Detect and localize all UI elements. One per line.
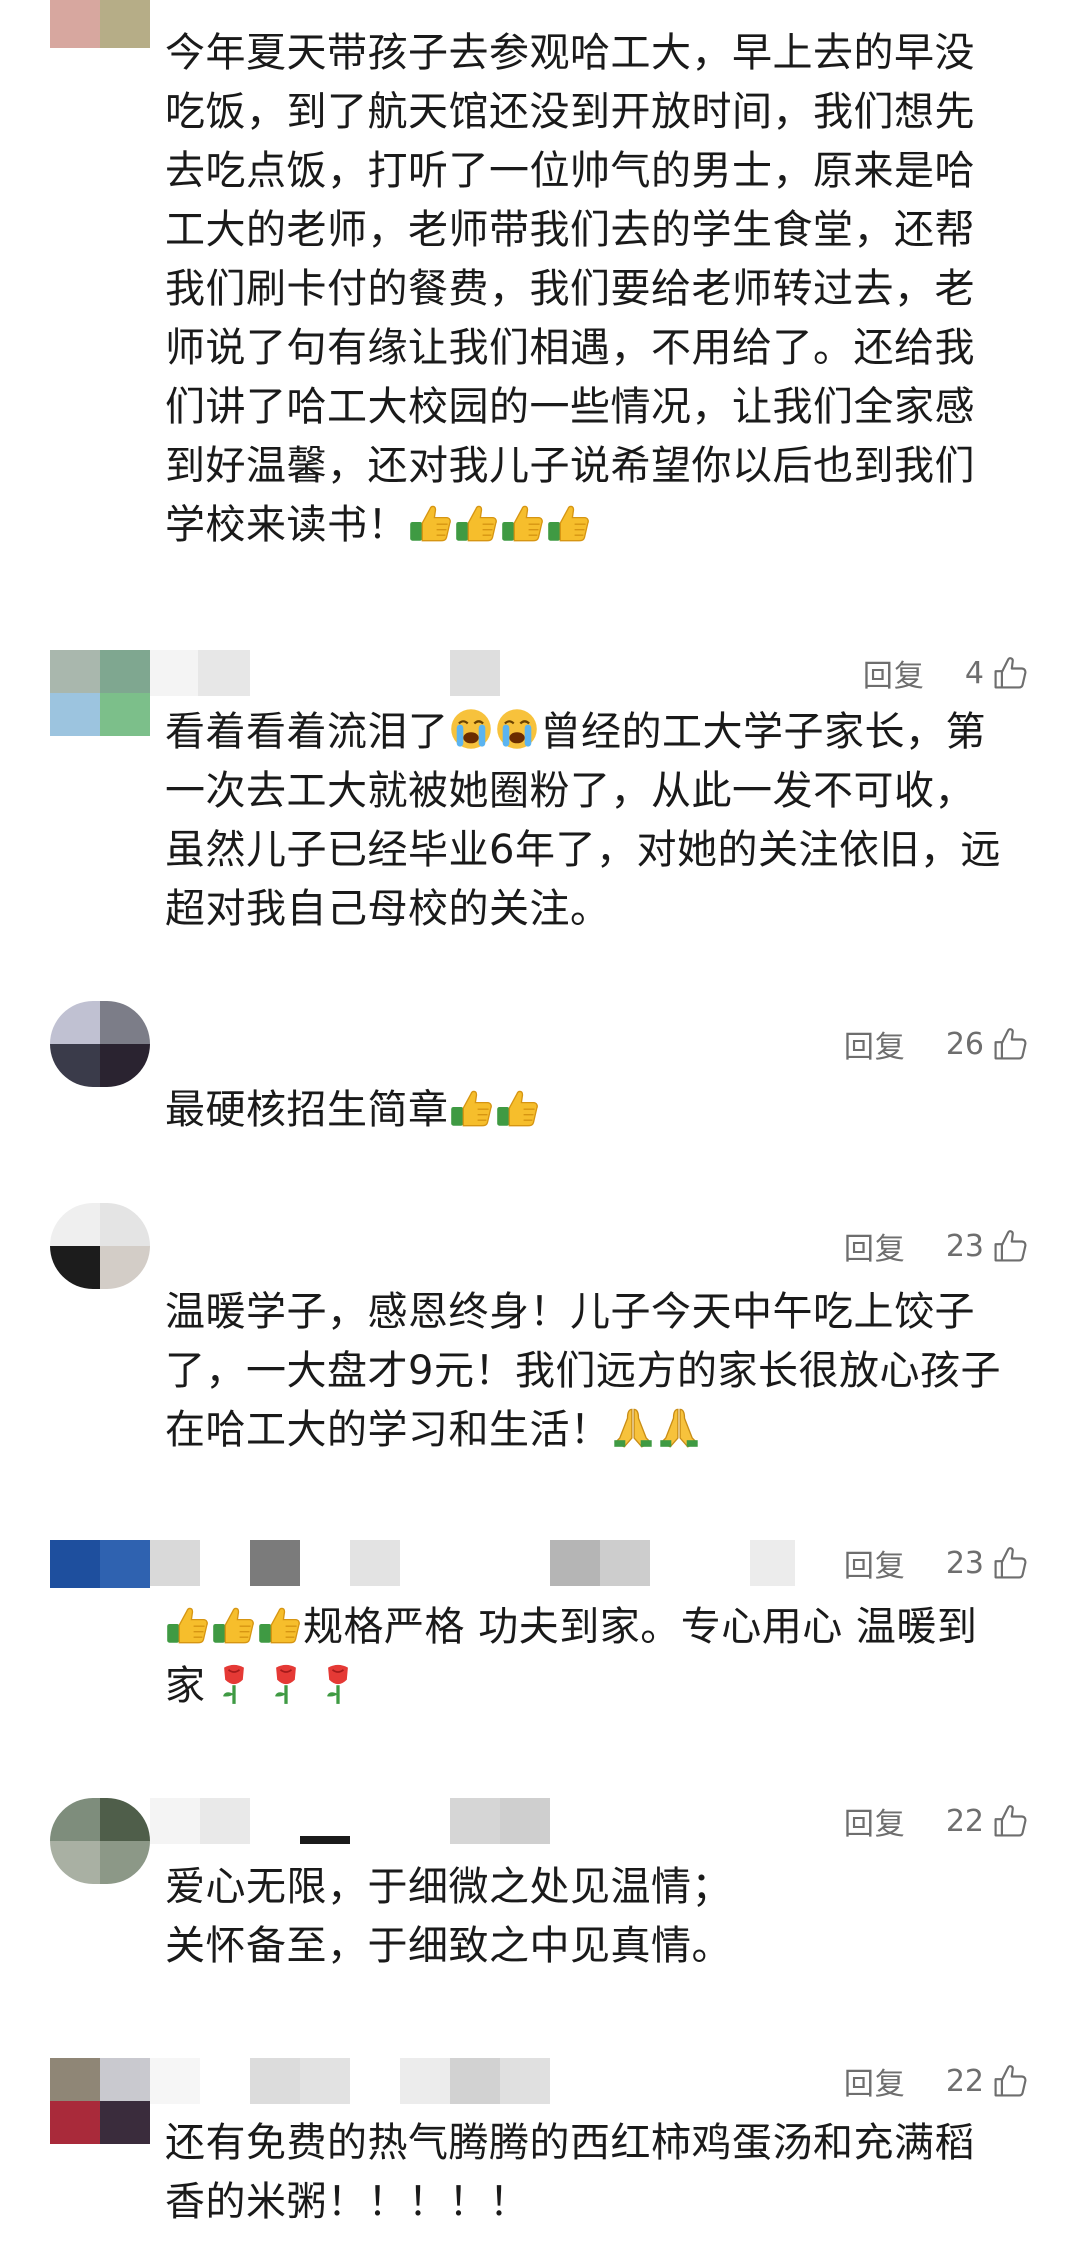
comment-line: 超对我自己母校的关注。 (165, 886, 611, 932)
comment-line-with-emoji: 在哈工大的学习和生活！ (165, 1401, 1035, 1460)
comment-line: 到好温馨，还对我儿子说希望你以后也到我们 (165, 443, 975, 489)
comment-line: 一次去工大就被她圈粉了，从此一发不可收， (165, 768, 975, 814)
avatar[interactable] (50, 1001, 150, 1087)
folded-hands-emoji-icon (657, 1405, 701, 1449)
comment-line: 师说了句有缘让我们相遇，不用给了。还给我 (165, 325, 975, 371)
thumbs-up-outline-icon[interactable] (992, 1228, 1028, 1264)
reply-button[interactable]: 回复 (844, 2059, 906, 2103)
reply-button[interactable]: 回复 (844, 1799, 906, 1843)
comment-text: 温暖学子，感恩终身！儿子今天中午吃上饺子 了，一大盘才9元！我们远方的家长很放心… (165, 1283, 1035, 1460)
thumbs-up-outline-icon[interactable] (992, 1803, 1028, 1839)
like-count: 26 (945, 1026, 984, 1062)
username-redacted[interactable] (150, 1798, 570, 1844)
comment-line-with-emoji: 看着看着流泪了 曾经的工大学子家长，第 (165, 703, 1035, 762)
like-count: 22 (945, 1803, 984, 1839)
avatar[interactable] (50, 2058, 150, 2144)
username-redacted[interactable] (150, 1540, 795, 1586)
thumbs-up-emoji-icon (454, 500, 498, 544)
comment-meta: 回复 22 (844, 1798, 1028, 1844)
like-count: 22 (945, 2063, 984, 2099)
comment-line: 香的米粥！！！！！ (165, 2179, 530, 2225)
comment-line: 吃饭，到了航天馆还没到开放时间，我们想先 (165, 89, 975, 135)
thumbs-up-emoji-icon (408, 500, 452, 544)
thumbs-up-emoji-icon (257, 1602, 301, 1646)
thumbs-up-emoji-icon (211, 1602, 255, 1646)
comment-line: 去吃点饭，打听了一位帅气的男士，原来是哈 (165, 148, 975, 194)
comment-line: 了，一大盘才9元！我们远方的家长很放心孩子 (165, 1348, 1001, 1394)
comment-line-text: 规格严格 功夫到家。专心用心 温暖到 (303, 1604, 978, 1650)
comment-meta: 回复 23 (844, 1540, 1028, 1586)
thumbs-up-emoji-icon (165, 1602, 209, 1646)
crying-face-emoji-icon (495, 707, 539, 751)
comment-text: 还有免费的热气腾腾的西红柿鸡蛋汤和充满稻 香的米粥！！！！！ (165, 2114, 1035, 2232)
thumbs-up-outline-icon[interactable] (992, 655, 1028, 691)
comment-meta: 回复 4 (863, 650, 1028, 696)
comment-line-text: 看着看着流泪了 (165, 709, 449, 755)
comment-line: 工大的老师，老师带我们去的学生食堂，还帮 (165, 207, 975, 253)
thumbs-up-outline-icon[interactable] (992, 2063, 1028, 2099)
avatar[interactable] (50, 1798, 150, 1884)
like-count: 23 (945, 1228, 984, 1264)
reply-button[interactable]: 回复 (844, 1541, 906, 1585)
comment-line: 虽然儿子已经毕业6年了，对她的关注依旧，远 (165, 827, 1001, 873)
comment-line-text: 最硬核招生简章 (165, 1087, 449, 1133)
like-count: 23 (945, 1545, 984, 1581)
comment-line-with-emoji: 学校来读书！ (165, 496, 1035, 555)
thumbs-up-emoji-icon (449, 1085, 493, 1129)
comment-line: 温暖学子，感恩终身！儿子今天中午吃上饺子 (165, 1289, 975, 1335)
comment-line-text: 曾经的工大学子家长，第 (540, 709, 986, 755)
comment-line-with-emoji: 最硬核招生简章 (165, 1081, 1035, 1140)
comment-line-with-emoji: 家 (165, 1657, 1035, 1716)
rose-emoji-icon (212, 1661, 256, 1705)
comment-line: 关怀备至，于细致之中见真情。 (165, 1923, 732, 1969)
reply-button[interactable]: 回复 (863, 651, 925, 695)
comment-meta: 回复 22 (844, 2058, 1028, 2104)
comment-text: 爱心无限，于细微之处见温情； 关怀备至，于细致之中见真情。 (165, 1858, 1035, 1976)
comment-text: 看着看着流泪了 曾经的工大学子家长，第 一次去工大就被她圈粉了，从此一发不可收， … (165, 703, 1035, 939)
username-redacted[interactable] (150, 650, 550, 696)
avatar[interactable] (50, 0, 150, 48)
comment-line: 还有免费的热气腾腾的西红柿鸡蛋汤和充满稻 (165, 2120, 975, 2166)
avatar[interactable] (50, 1203, 150, 1289)
like-count: 4 (964, 655, 984, 691)
username-redacted[interactable] (150, 2058, 610, 2104)
avatar[interactable] (50, 1540, 150, 1588)
rose-emoji-icon (316, 1661, 360, 1705)
comment-meta: 回复 26 (844, 1021, 1028, 1067)
comment-line-with-emoji: 规格严格 功夫到家。专心用心 温暖到 (165, 1598, 1035, 1657)
comment-line: 今年夏天带孩子去参观哈工大，早上去的早没 (165, 30, 975, 76)
reply-button[interactable]: 回复 (844, 1224, 906, 1268)
reply-button[interactable]: 回复 (844, 1022, 906, 1066)
comment-line-text: 在哈工大的学习和生活！ (165, 1407, 611, 1453)
comment-line: 爱心无限，于细微之处见温情； (165, 1864, 732, 1910)
comment-line-text: 学校来读书！ (165, 502, 408, 548)
comment-line: 们讲了哈工大校园的一些情况，让我们全家感 (165, 384, 975, 430)
thumbs-up-emoji-icon (495, 1085, 539, 1129)
thumbs-up-outline-icon[interactable] (992, 1545, 1028, 1581)
comment-text: 最硬核招生简章 (165, 1081, 1035, 1140)
folded-hands-emoji-icon (611, 1405, 655, 1449)
avatar[interactable] (50, 650, 150, 736)
rose-emoji-icon (264, 1661, 308, 1705)
thumbs-up-outline-icon[interactable] (992, 1026, 1028, 1062)
comment-text: 今年夏天带孩子去参观哈工大，早上去的早没 吃饭，到了航天馆还没到开放时间，我们想… (165, 24, 1035, 555)
comment-meta: 回复 23 (844, 1223, 1028, 1269)
thumbs-up-emoji-icon (500, 500, 544, 544)
comment-line-text: 家 (165, 1663, 206, 1709)
crying-face-emoji-icon (449, 707, 493, 751)
thumbs-up-emoji-icon (546, 500, 590, 544)
comment-text: 规格严格 功夫到家。专心用心 温暖到 家 (165, 1598, 1035, 1716)
comment-line: 我们刷卡付的餐费，我们要给老师转过去，老 (165, 266, 975, 312)
